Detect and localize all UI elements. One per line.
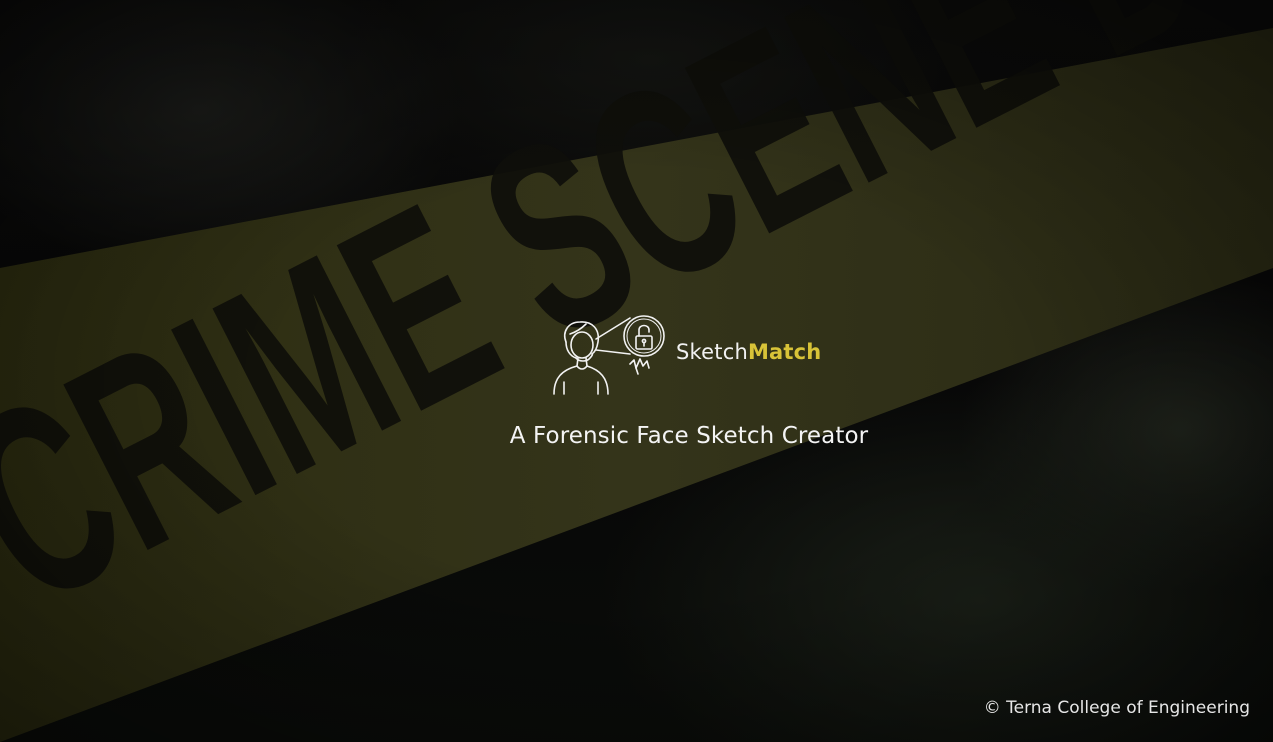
brand-name-second: Match xyxy=(747,340,822,364)
brand-name: SketchMatch xyxy=(676,340,821,364)
copyright-footer: © Terna College of Engineering xyxy=(983,698,1250,718)
brand-name-first: Sketch xyxy=(676,340,748,364)
brand-logo: SketchMatch xyxy=(552,312,852,396)
tagline: A Forensic Face Sketch Creator xyxy=(509,423,869,449)
splash-screen: CRIME SCENE DO NOT xyxy=(0,0,1273,742)
person-with-lock-icon xyxy=(553,315,665,395)
